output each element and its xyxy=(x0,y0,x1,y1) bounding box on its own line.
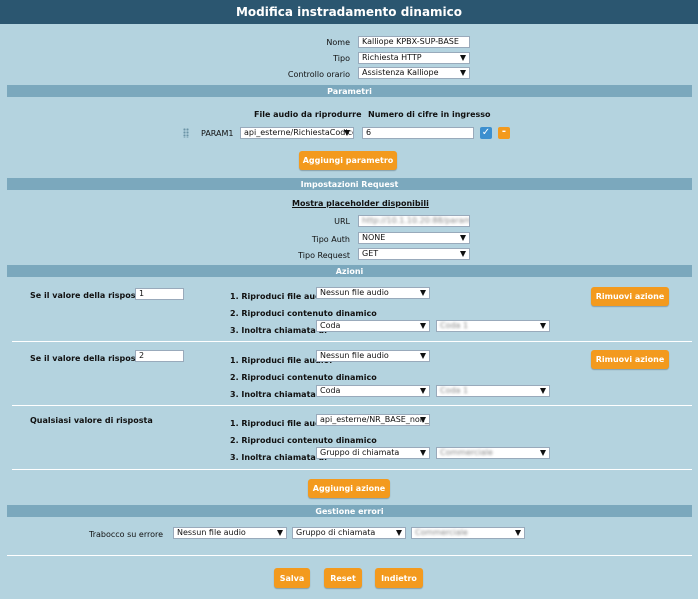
target-select[interactable]: Coda 1 xyxy=(436,385,550,397)
param-digits-input[interactable]: 6 xyxy=(362,127,474,139)
tipo-label: Tipo xyxy=(333,54,350,63)
remove-param-button[interactable]: - xyxy=(498,127,510,139)
error-target-type-select[interactable]: Gruppo di chiamata xyxy=(292,527,406,539)
checkbox-icon[interactable]: ✓ xyxy=(480,127,492,139)
divider xyxy=(12,405,692,406)
param-audio-select[interactable]: api_esterne/RichiestaCodice xyxy=(240,127,354,139)
step2-label: 2. Riproduci contenuto dinamico xyxy=(230,309,377,318)
col-audio-header: File audio da riprodurre xyxy=(254,110,362,119)
nome-label: Nome xyxy=(326,38,350,47)
chevron-down-icon xyxy=(420,290,426,296)
divider xyxy=(7,555,692,556)
action-audio-select[interactable]: Nessun file audio xyxy=(316,287,430,299)
condition-label: Qualsiasi valore di risposta xyxy=(30,416,153,425)
step2-label: 2. Riproduci contenuto dinamico xyxy=(230,373,377,382)
auth-select[interactable]: NONE xyxy=(358,232,470,244)
param-name: PARAM1 xyxy=(201,129,234,138)
chevron-down-icon xyxy=(460,55,466,61)
chevron-down-icon xyxy=(277,530,283,536)
section-azioni: Azioni xyxy=(7,265,692,277)
col-cifre-header: Numero di cifre in ingresso xyxy=(368,110,491,119)
url-input[interactable]: http://10.1.10.20:88/params xyxy=(358,215,470,227)
placeholder-link[interactable]: Mostra placeholder disponibili xyxy=(292,199,429,208)
error-target-select[interactable]: Commerciale xyxy=(411,527,525,539)
request-type-select[interactable]: GET xyxy=(358,248,470,260)
chevron-down-icon xyxy=(540,450,546,456)
chevron-down-icon xyxy=(344,130,350,136)
add-parameter-button[interactable]: Aggiungi parametro xyxy=(299,151,397,170)
divider xyxy=(12,341,692,342)
chevron-down-icon xyxy=(515,530,521,536)
target-type-select[interactable]: Gruppo di chiamata xyxy=(316,447,430,459)
page-title: Modifica instradamento dinamico xyxy=(0,0,698,24)
condition-input[interactable]: 2 xyxy=(135,350,184,362)
orario-select[interactable]: Assistenza Kalliope xyxy=(358,67,470,79)
back-button[interactable]: Indietro xyxy=(375,568,423,588)
section-request: Impostazioni Request xyxy=(7,178,692,190)
save-button[interactable]: Salva xyxy=(274,568,310,588)
chevron-down-icon xyxy=(396,530,402,536)
error-audio-select[interactable]: Nessun file audio xyxy=(173,527,287,539)
add-action-button[interactable]: Aggiungi azione xyxy=(308,479,390,498)
chevron-down-icon xyxy=(540,388,546,394)
step2-label: 2. Riproduci contenuto dinamico xyxy=(230,436,377,445)
chevron-down-icon xyxy=(460,235,466,241)
condition-input[interactable]: 1 xyxy=(135,288,184,300)
orario-label: Controllo orario xyxy=(287,70,350,79)
target-type-select[interactable]: Coda xyxy=(316,385,430,397)
chevron-down-icon xyxy=(540,323,546,329)
reset-button[interactable]: Reset xyxy=(324,568,362,588)
chevron-down-icon xyxy=(460,70,466,76)
step3-label: 3. Inoltra chiamata a: xyxy=(230,390,328,399)
section-errori: Gestione errori xyxy=(7,505,692,517)
trabocco-label: Trabocco su errore xyxy=(89,530,164,539)
action-audio-select[interactable]: Nessun file audio xyxy=(316,350,430,362)
chevron-down-icon xyxy=(420,388,426,394)
chevron-down-icon xyxy=(460,251,466,257)
target-select[interactable]: Coda 1 xyxy=(436,320,550,332)
action-audio-select[interactable]: api_esterne/NR_BASE_non_ xyxy=(316,414,430,426)
remove-action-button[interactable]: Rimuovi azione xyxy=(591,350,669,369)
target-type-select[interactable]: Coda xyxy=(316,320,430,332)
request-type-label: Tipo Request xyxy=(298,251,350,260)
nome-input[interactable]: Kalliope KPBX-SUP-BASE xyxy=(358,36,470,48)
step3-label: 3. Inoltra chiamata a: xyxy=(230,453,328,462)
chevron-down-icon xyxy=(420,323,426,329)
divider xyxy=(12,469,692,470)
auth-label: Tipo Auth xyxy=(311,235,350,244)
step3-label: 3. Inoltra chiamata a: xyxy=(230,326,328,335)
chevron-down-icon xyxy=(420,450,426,456)
target-select[interactable]: Commerciale xyxy=(436,447,550,459)
tipo-select[interactable]: Richiesta HTTP xyxy=(358,52,470,64)
chevron-down-icon xyxy=(420,353,426,359)
url-label: URL xyxy=(334,217,350,226)
chevron-down-icon xyxy=(420,417,426,423)
section-parametri: Parametri xyxy=(7,85,692,97)
remove-action-button[interactable]: Rimuovi azione xyxy=(591,287,669,306)
drag-handle-icon[interactable] xyxy=(183,128,189,138)
